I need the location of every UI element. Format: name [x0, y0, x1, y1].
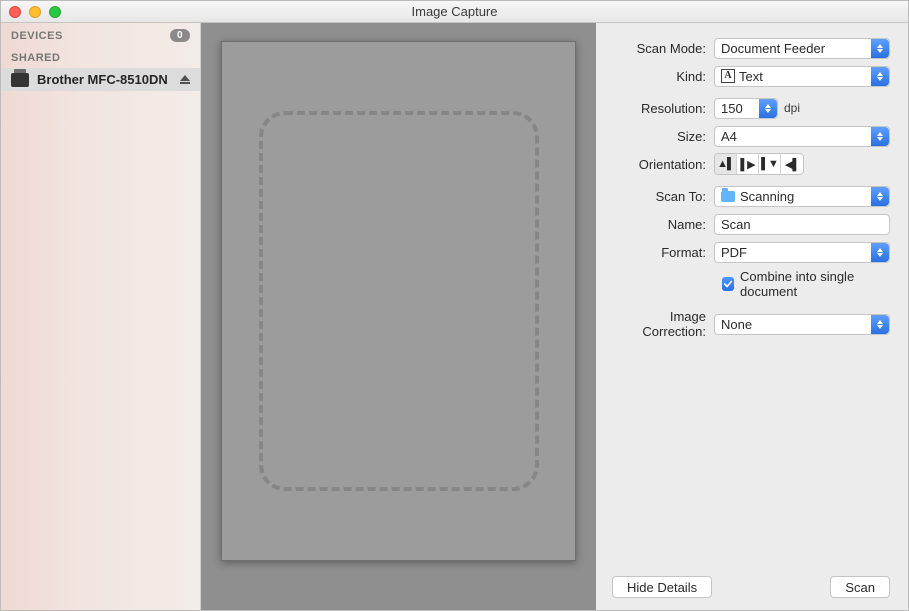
resolution-unit: dpi	[784, 101, 800, 115]
kind-select[interactable]: A Text	[714, 66, 890, 87]
size-select[interactable]: A4	[714, 126, 890, 147]
sidebar-section-label: SHARED	[11, 52, 60, 64]
format-select[interactable]: PDF	[714, 242, 890, 263]
orientation-label: Orientation:	[606, 157, 714, 172]
scan-to-label: Scan To:	[606, 189, 714, 204]
format-label: Format:	[606, 245, 714, 260]
chevron-updown-icon	[871, 67, 889, 86]
chevron-updown-icon	[871, 187, 889, 206]
preview-page[interactable]	[221, 41, 576, 561]
sidebar-section-label: DEVICES	[11, 30, 63, 42]
size-label: Size:	[606, 129, 714, 144]
settings-fields: Scan Mode: Document Feeder Kind: A Text	[596, 23, 908, 345]
footer: Hide Details Scan	[596, 566, 908, 610]
select-value: Document Feeder	[721, 41, 825, 56]
landscape-left-icon: ◀▌	[785, 158, 799, 171]
image-correction-select[interactable]: None	[714, 314, 890, 335]
kind-label: Kind:	[606, 69, 714, 84]
sidebar-section-shared: SHARED	[1, 46, 200, 68]
orientation-landscape-right[interactable]: ▌▶	[737, 154, 759, 174]
resolution-select[interactable]: 150	[714, 98, 778, 119]
chevron-updown-icon	[871, 127, 889, 146]
text-kind-icon: A	[721, 69, 735, 83]
portrait-up-icon: ▲▌	[717, 158, 734, 170]
sidebar-item-label: Brother MFC-8510DN	[37, 72, 168, 87]
resolution-label: Resolution:	[606, 101, 714, 116]
window-body: DEVICES 0 SHARED Brother MFC-8510DN	[1, 23, 908, 610]
devices-count-badge: 0	[170, 29, 190, 42]
select-value: Text	[739, 69, 763, 84]
select-value: None	[721, 317, 752, 332]
name-label: Name:	[606, 217, 714, 232]
combine-label: Combine into single document	[740, 269, 890, 299]
preview-area	[201, 23, 596, 610]
scan-mode-select[interactable]: Document Feeder	[714, 38, 890, 59]
printer-icon	[11, 73, 29, 87]
sidebar-section-devices: DEVICES 0	[1, 23, 200, 46]
scan-region-outline	[259, 111, 539, 491]
scan-mode-label: Scan Mode:	[606, 41, 714, 56]
eject-icon[interactable]	[178, 73, 192, 87]
combine-checkbox-row[interactable]: Combine into single document	[722, 269, 890, 299]
orientation-portrait-down[interactable]: ▌▼	[759, 154, 781, 174]
checkbox-checked-icon	[722, 277, 734, 291]
scan-button[interactable]: Scan	[830, 576, 890, 598]
orientation-segmented: ▲▌ ▌▶ ▌▼ ◀▌	[714, 153, 804, 175]
orientation-landscape-left[interactable]: ◀▌	[781, 154, 803, 174]
titlebar: Image Capture	[1, 1, 908, 23]
name-input[interactable]: Scan	[714, 214, 890, 235]
select-value: PDF	[721, 245, 747, 260]
image-correction-label: Image Correction:	[606, 309, 714, 339]
chevron-updown-icon	[759, 99, 777, 118]
select-value: Scanning	[740, 189, 794, 204]
chevron-updown-icon	[871, 315, 889, 334]
chevron-updown-icon	[871, 39, 889, 58]
window-title: Image Capture	[1, 4, 908, 19]
landscape-right-icon: ▌▶	[740, 158, 754, 171]
scan-to-select[interactable]: Scanning	[714, 186, 890, 207]
sidebar: DEVICES 0 SHARED Brother MFC-8510DN	[1, 23, 201, 610]
select-value: A4	[721, 129, 737, 144]
orientation-portrait[interactable]: ▲▌	[715, 154, 737, 174]
select-value: 150	[721, 101, 743, 116]
sidebar-item-scanner[interactable]: Brother MFC-8510DN	[1, 68, 200, 91]
folder-icon	[721, 191, 735, 202]
chevron-updown-icon	[871, 243, 889, 262]
hide-details-button[interactable]: Hide Details	[612, 576, 712, 598]
portrait-down-icon: ▌▼	[761, 158, 778, 170]
settings-panel: Scan Mode: Document Feeder Kind: A Text	[596, 23, 908, 610]
input-value: Scan	[721, 217, 751, 232]
window: Image Capture DEVICES 0 SHARED Brother M…	[0, 0, 909, 611]
